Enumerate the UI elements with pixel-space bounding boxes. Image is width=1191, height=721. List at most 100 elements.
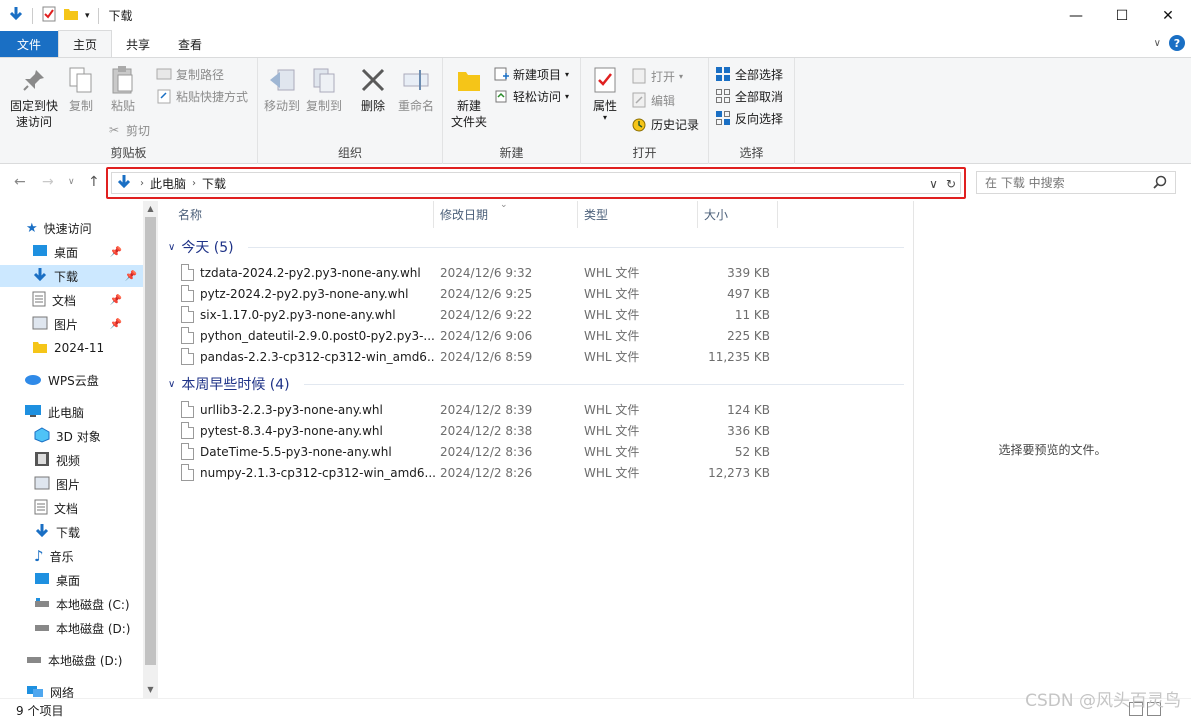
- collapse-ribbon-icon[interactable]: ∨: [1154, 38, 1161, 49]
- forward-arrow-icon[interactable]: →: [42, 174, 54, 190]
- file-type: WHL 文件: [584, 424, 640, 438]
- column-header-type[interactable]: 类型: [578, 201, 698, 228]
- tab-file[interactable]: 文件: [0, 31, 58, 57]
- group-header-today[interactable]: ∨ 今天 (5): [168, 237, 234, 257]
- scroll-down-icon[interactable]: ▼: [143, 685, 158, 694]
- address-history-dropdown-icon[interactable]: ∨: [929, 177, 938, 191]
- copy-path-button[interactable]: 复制路径: [156, 64, 224, 84]
- nav-item-desktop[interactable]: 桌面 📌: [32, 241, 142, 263]
- nav-item-pictures-pc[interactable]: 图片: [34, 473, 80, 495]
- refresh-icon[interactable]: ↻: [946, 177, 956, 191]
- delete-button[interactable]: 删除: [356, 66, 390, 114]
- table-row[interactable]: pytest-8.3.4-py3-none-any.whl 2024/12/2 …: [178, 420, 778, 441]
- nav-wps-cloud[interactable]: WPS云盘: [24, 369, 99, 391]
- table-row[interactable]: DateTime-5.5-py3-none-any.whl 2024/12/2 …: [178, 441, 778, 462]
- breadcrumb-chevron-icon[interactable]: ›: [140, 178, 144, 189]
- nav-quick-access[interactable]: ★ 快速访问: [26, 217, 92, 239]
- history-label: 历史记录: [651, 117, 700, 132]
- folder-icon: [32, 340, 48, 357]
- nav-item-documents[interactable]: 文档 📌: [32, 289, 142, 311]
- table-row[interactable]: numpy-2.1.3-cp312-cp312-win_amd6... 2024…: [178, 462, 778, 483]
- cut-button[interactable]: ✂ 剪切: [106, 120, 150, 140]
- table-row[interactable]: pandas-2.2.3-cp312-cp312-win_amd6... 202…: [178, 346, 778, 367]
- edit-icon: [631, 92, 647, 108]
- recent-locations-chevron-icon[interactable]: ∨: [68, 177, 75, 187]
- group-header-earlier-this-week[interactable]: ∨ 本周早些时候 (4): [168, 374, 290, 394]
- new-folder-quick-icon[interactable]: [63, 6, 79, 25]
- up-arrow-icon[interactable]: ↑: [88, 174, 100, 190]
- new-item-button[interactable]: 新建项目 ▾: [493, 64, 569, 84]
- nav-item-label: 音乐: [49, 549, 74, 564]
- invert-selection-button[interactable]: 反向选择: [715, 108, 783, 128]
- copy-to-button[interactable]: 复制到: [304, 66, 344, 114]
- select-group-label: 选择: [739, 146, 764, 160]
- paste-button[interactable]: 粘贴: [104, 66, 142, 114]
- file-icon: [181, 264, 194, 281]
- nav-item-drive-c[interactable]: 本地磁盘 (C:): [34, 593, 130, 615]
- nav-item-2024-11[interactable]: 2024-11: [32, 337, 104, 359]
- table-row[interactable]: python_dateutil-2.9.0.post0-py2.py3-... …: [178, 325, 778, 346]
- select-none-button[interactable]: 全部取消: [715, 86, 783, 106]
- rename-button[interactable]: 重命名: [394, 66, 438, 114]
- nav-item-pictures[interactable]: 图片 📌: [32, 313, 142, 335]
- search-icon[interactable]: [1153, 175, 1167, 192]
- table-row[interactable]: six-1.17.0-py2.py3-none-any.whl 2024/12/…: [178, 304, 778, 325]
- download-arrow-icon[interactable]: [8, 6, 24, 25]
- nav-item-documents-pc[interactable]: 文档: [34, 497, 78, 519]
- tab-view[interactable]: 查看: [164, 31, 216, 57]
- open-button[interactable]: 打开 ▾: [631, 66, 683, 86]
- scroll-up-icon[interactable]: ▲: [143, 204, 158, 213]
- group-divider: [248, 247, 904, 248]
- copy-button[interactable]: 复制: [64, 66, 98, 114]
- nav-item-downloads-pc[interactable]: 下载: [34, 521, 80, 543]
- column-header-date[interactable]: 修改日期 ⌄: [434, 200, 578, 228]
- minimize-button[interactable]: —: [1053, 0, 1099, 31]
- column-header-size[interactable]: 大小: [698, 201, 778, 228]
- scroll-thumb[interactable]: [145, 217, 156, 665]
- file-name: numpy-2.1.3-cp312-cp312-win_amd6...: [200, 465, 435, 480]
- select-all-button[interactable]: 全部选择: [715, 64, 783, 84]
- history-button[interactable]: 历史记录: [631, 114, 699, 134]
- address-bar[interactable]: › 此电脑 › 下载 ∨ ↻: [106, 167, 966, 199]
- quick-access-toolbar-dropdown-icon[interactable]: ▾: [85, 11, 90, 21]
- breadcrumb-this-pc[interactable]: 此电脑: [150, 175, 186, 192]
- search-input[interactable]: 在 下载 中搜索: [976, 171, 1176, 194]
- edit-button[interactable]: 编辑: [631, 90, 675, 110]
- breadcrumb-chevron-icon[interactable]: ›: [192, 178, 196, 189]
- nav-drive-d[interactable]: 本地磁盘 (D:): [26, 649, 122, 671]
- properties-quick-icon[interactable]: [41, 6, 57, 25]
- column-header-date-label: 修改日期: [440, 208, 489, 222]
- easy-access-dropdown-icon: ▾: [565, 91, 570, 101]
- pin-icon[interactable]: 📌: [110, 247, 122, 258]
- pin-icon[interactable]: 📌: [110, 319, 122, 330]
- nav-scrollbar[interactable]: ▲ ▼: [143, 201, 158, 698]
- breadcrumb-downloads[interactable]: 下载: [202, 175, 226, 192]
- table-row[interactable]: pytz-2024.2-py2.py3-none-any.whl 2024/12…: [178, 283, 778, 304]
- nav-item-videos[interactable]: 视频: [34, 449, 80, 471]
- nav-item-3d-objects[interactable]: 3D 对象: [34, 425, 101, 447]
- table-row[interactable]: tzdata-2024.2-py2.py3-none-any.whl 2024/…: [178, 262, 778, 283]
- nav-item-downloads[interactable]: 下载 📌: [0, 265, 143, 287]
- easy-access-button[interactable]: 轻松访问 ▾: [493, 86, 569, 106]
- table-row[interactable]: urllib3-2.2.3-py3-none-any.whl 2024/12/2…: [178, 399, 778, 420]
- tab-home[interactable]: 主页: [58, 30, 113, 57]
- nav-this-pc[interactable]: 此电脑: [24, 401, 84, 423]
- help-icon[interactable]: ?: [1169, 35, 1185, 51]
- invert-selection-label: 反向选择: [735, 111, 784, 126]
- properties-button[interactable]: 属性 ▾: [587, 66, 623, 122]
- nav-item-desktop-pc[interactable]: 桌面: [34, 569, 80, 591]
- nav-item-drive-d[interactable]: 本地磁盘 (D:): [34, 617, 130, 639]
- close-button[interactable]: ✕: [1145, 0, 1191, 31]
- maximize-button[interactable]: ☐: [1099, 0, 1145, 31]
- tab-share[interactable]: 共享: [112, 31, 164, 57]
- nav-network[interactable]: 网络: [26, 681, 74, 698]
- back-arrow-icon[interactable]: ←: [14, 174, 26, 190]
- pin-to-quick-access-button[interactable]: 固定到快 速访问: [6, 66, 62, 130]
- nav-item-music[interactable]: ♪ 音乐: [34, 545, 74, 567]
- new-folder-button[interactable]: 新建 文件夹: [449, 66, 489, 130]
- column-header-name[interactable]: 名称: [158, 201, 434, 228]
- pin-icon[interactable]: 📌: [125, 271, 137, 282]
- pin-icon[interactable]: 📌: [110, 295, 122, 306]
- paste-shortcut-button[interactable]: 粘贴快捷方式: [156, 86, 248, 106]
- move-to-button[interactable]: 移动到: [262, 66, 302, 114]
